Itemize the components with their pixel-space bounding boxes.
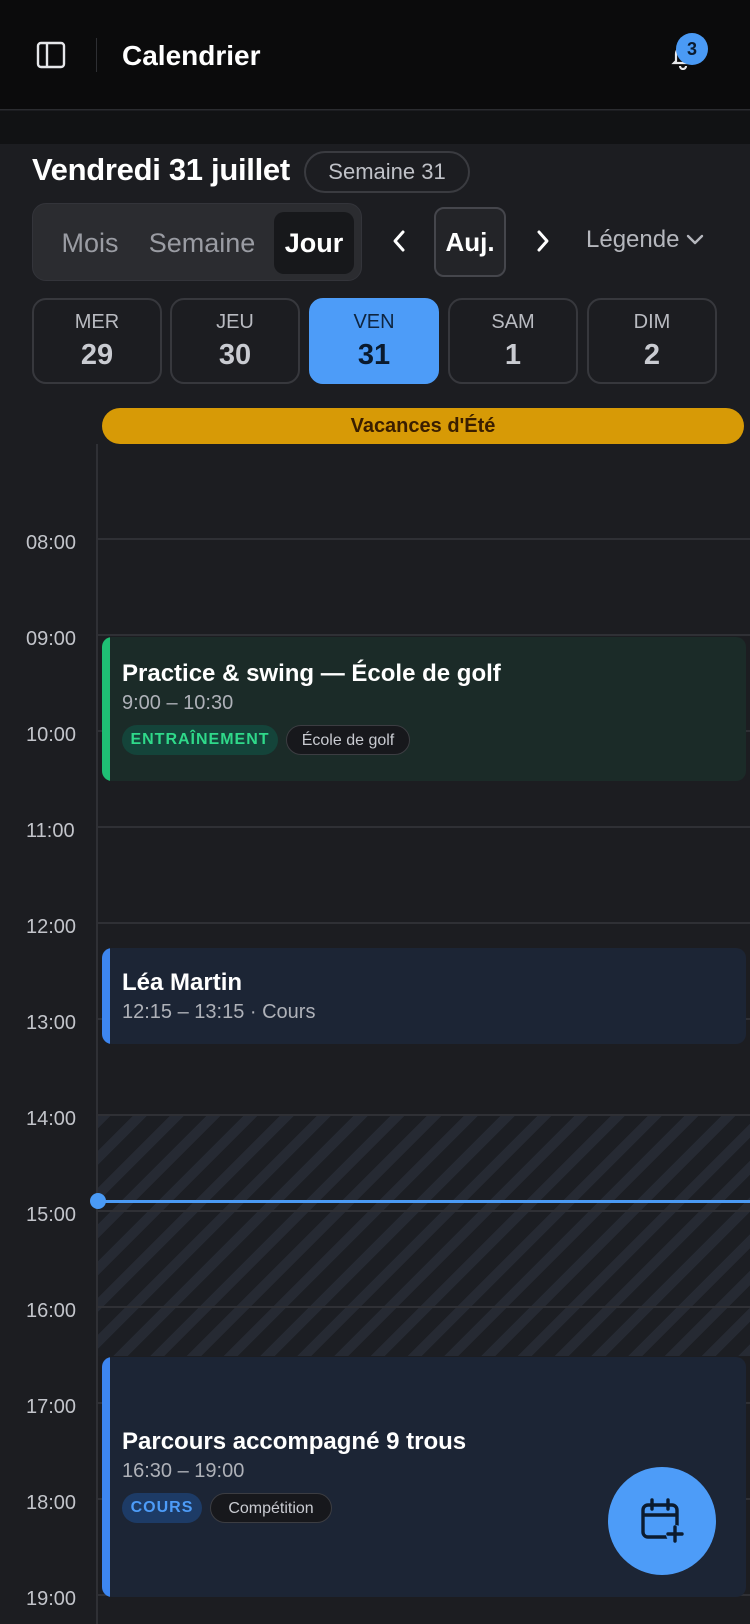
category-badge: ENTRAÎNEMENT bbox=[122, 725, 278, 755]
tag-chip: Compétition bbox=[210, 1493, 332, 1523]
time-label: 19:00 bbox=[26, 1588, 77, 1610]
day-tab-wed[interactable]: MER 29 bbox=[32, 298, 162, 384]
add-event-button[interactable] bbox=[608, 1467, 716, 1575]
unavailable-slot bbox=[98, 1114, 750, 1356]
chevron-down-icon[interactable] bbox=[686, 233, 704, 247]
day-number: 31 bbox=[357, 339, 391, 371]
view-switcher: Mois Semaine Jour bbox=[32, 203, 362, 281]
day-name: VEN bbox=[353, 311, 395, 333]
hour-line bbox=[97, 1306, 750, 1308]
notification-badge: 3 bbox=[676, 33, 708, 65]
time-label: 17:00 bbox=[26, 1396, 77, 1418]
day-tab-sun[interactable]: DIM 2 bbox=[587, 298, 717, 384]
day-tab-sat[interactable]: SAM 1 bbox=[448, 298, 578, 384]
day-name: JEU bbox=[216, 311, 254, 333]
hour-line bbox=[97, 922, 750, 924]
event-color-bar bbox=[102, 948, 110, 1044]
current-time-line bbox=[98, 1200, 750, 1203]
time-label: 15:00 bbox=[26, 1204, 77, 1226]
chevron-right-icon[interactable] bbox=[530, 224, 556, 258]
current-time-dot bbox=[90, 1193, 106, 1209]
time-label: 08:00 bbox=[26, 532, 77, 554]
event-card-practice[interactable]: Practice & swing — École de golf 9:00 – … bbox=[102, 637, 746, 781]
tag-chip: École de golf bbox=[286, 725, 410, 755]
day-tab-thu[interactable]: JEU 30 bbox=[170, 298, 300, 384]
view-day-button[interactable]: Jour bbox=[274, 212, 354, 274]
day-name: SAM bbox=[491, 311, 535, 333]
today-button[interactable]: Auj. bbox=[434, 207, 506, 277]
time-label: 12:00 bbox=[26, 916, 77, 938]
time-label: 16:00 bbox=[26, 1300, 77, 1322]
day-tab-fri[interactable]: VEN 31 bbox=[309, 298, 439, 384]
event-color-bar bbox=[102, 637, 110, 781]
view-week-button[interactable]: Semaine bbox=[137, 212, 267, 274]
day-name: MER bbox=[74, 311, 120, 333]
event-title: Practice & swing — École de golf bbox=[122, 660, 501, 687]
event-time: 16:30 – 19:00 bbox=[122, 1460, 245, 1482]
time-label: 13:00 bbox=[26, 1012, 77, 1034]
hour-line bbox=[97, 538, 750, 540]
event-time: 9:00 – 10:30 bbox=[122, 692, 234, 714]
hour-line bbox=[97, 1210, 750, 1212]
sidebar-toggle-icon[interactable] bbox=[36, 40, 66, 70]
event-color-bar bbox=[102, 1357, 110, 1597]
time-label: 10:00 bbox=[26, 724, 77, 746]
day-number: 2 bbox=[643, 339, 661, 371]
event-title: Léa Martin bbox=[122, 969, 243, 996]
day-name: DIM bbox=[633, 311, 671, 333]
holiday-banner[interactable]: Vacances d'Été bbox=[102, 408, 744, 444]
time-gutter-divider bbox=[96, 444, 98, 1624]
time-label: 18:00 bbox=[26, 1492, 77, 1514]
day-number: 29 bbox=[80, 339, 114, 371]
time-label: 11:00 bbox=[26, 820, 75, 842]
day-number: 30 bbox=[218, 339, 252, 371]
time-label: 14:00 bbox=[26, 1108, 77, 1130]
event-card-lea-martin[interactable]: Léa Martin 12:15 – 13:15 · Cours bbox=[102, 948, 746, 1044]
view-month-button[interactable]: Mois bbox=[45, 212, 135, 274]
hour-line bbox=[97, 634, 750, 636]
hour-line bbox=[97, 1114, 750, 1116]
category-badge: COURS bbox=[122, 1493, 202, 1523]
chevron-left-icon[interactable] bbox=[386, 224, 412, 258]
hour-line bbox=[97, 826, 750, 828]
time-label: 09:00 bbox=[26, 628, 77, 650]
page-title: Calendrier bbox=[122, 40, 261, 71]
top-bar bbox=[0, 0, 750, 110]
event-title: Parcours accompagné 9 trous bbox=[122, 1428, 467, 1455]
legend-button[interactable]: Légende bbox=[586, 222, 679, 258]
header-strip bbox=[0, 111, 750, 144]
week-badge: Semaine 31 bbox=[304, 151, 470, 193]
divider bbox=[96, 38, 97, 72]
date-title: Vendredi 31 juillet bbox=[32, 152, 290, 187]
day-number: 1 bbox=[504, 339, 522, 371]
event-time: 12:15 – 13:15 · Cours bbox=[122, 1001, 316, 1023]
